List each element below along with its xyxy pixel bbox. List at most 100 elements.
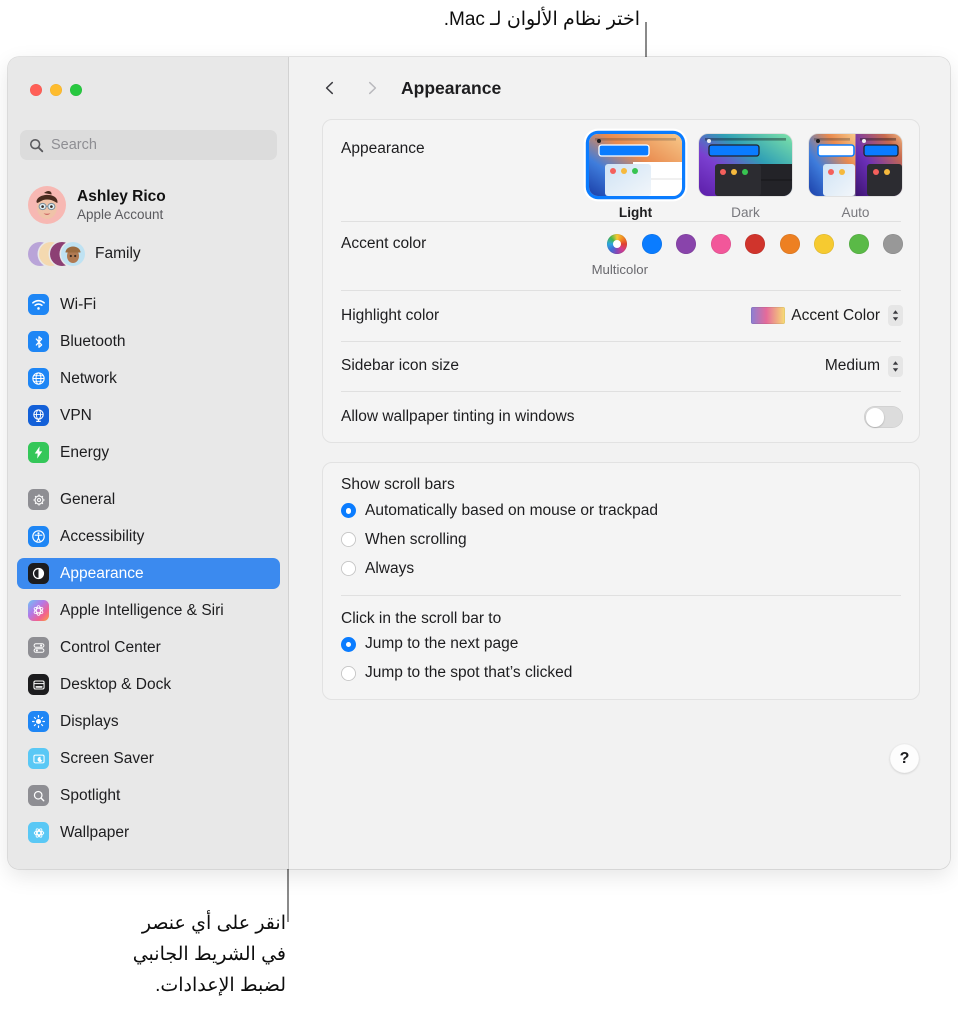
- accessibility-icon: [28, 526, 49, 547]
- sidebar-item-accessibility[interactable]: Accessibility: [17, 521, 280, 552]
- bolt-icon: [28, 442, 49, 463]
- sidebar-item-label: Screen Saver: [60, 749, 154, 767]
- sidebar-item-label: Bluetooth: [60, 332, 126, 350]
- globe-icon: [28, 368, 49, 389]
- chevron-left-icon: [325, 81, 334, 95]
- radio-button[interactable]: [341, 665, 356, 681]
- radio-show-scroll-auto[interactable]: Automatically based on mouse or trackpad: [323, 498, 919, 523]
- sidebar-item-spotlight[interactable]: Spotlight: [17, 780, 280, 811]
- sidebar-item-label: Displays: [60, 712, 119, 730]
- appearance-option-label: Light: [618, 205, 653, 220]
- forward-button[interactable]: [359, 73, 385, 103]
- toolbar: Appearance: [289, 57, 950, 119]
- highlight-color-label: Highlight color: [341, 306, 440, 324]
- help-button[interactable]: ?: [890, 744, 919, 773]
- sidebar-item-displays[interactable]: Displays: [17, 706, 280, 737]
- accent-swatch-graphite[interactable]: [883, 233, 903, 254]
- radio-show-scroll-when-scrolling[interactable]: When scrolling: [323, 527, 919, 552]
- accent-swatch-orange[interactable]: [779, 233, 800, 254]
- appearance-option-auto[interactable]: Auto: [808, 134, 903, 220]
- close-button[interactable]: [30, 84, 42, 96]
- vpn-globe-icon: [28, 405, 49, 426]
- divider: [341, 595, 901, 596]
- radio-label: When scrolling: [365, 530, 467, 548]
- sidebar-item-general[interactable]: General: [17, 484, 280, 515]
- highlight-color-swatch: [751, 307, 786, 325]
- appearance-option-label: Dark: [731, 205, 760, 220]
- accent-swatch-purple[interactable]: [676, 233, 696, 254]
- minimize-button[interactable]: [50, 84, 62, 96]
- sidebar-item-bluetooth[interactable]: Bluetooth: [17, 326, 280, 357]
- family-avatars: [28, 241, 88, 267]
- dark-thumbnail[interactable]: [699, 134, 792, 196]
- accent-swatch-multicolor[interactable]: [607, 233, 627, 254]
- radio-label: Jump to the next page: [365, 635, 519, 653]
- sidebar-item-label: Control Center: [60, 638, 161, 656]
- radio-button[interactable]: [341, 636, 356, 652]
- sidebar-item-apple-intelligence-siri[interactable]: Apple Intelligence & Siri: [17, 595, 280, 626]
- wallpaper-tinting-label: Allow wallpaper tinting in windows: [341, 408, 575, 426]
- sidebar-item-label: General: [60, 490, 116, 508]
- radio-button[interactable]: [341, 503, 356, 519]
- sidebar-item-screen-saver[interactable]: Screen Saver: [17, 743, 280, 774]
- appearance-option-light[interactable]: Light: [588, 134, 683, 220]
- sidebar-icon-size-popup[interactable]: Medium: [824, 355, 903, 377]
- sidebar-item-appearance[interactable]: Appearance: [17, 558, 280, 589]
- search-icon: [29, 138, 44, 152]
- search-input[interactable]: [51, 137, 251, 153]
- sidebar-item-wi-fi[interactable]: Wi-Fi: [17, 289, 280, 320]
- radio-label: Always: [365, 559, 415, 577]
- sidebar-item-family[interactable]: Family: [17, 235, 280, 273]
- highlight-color-popup[interactable]: Accent Color: [751, 305, 903, 327]
- radio-jump-spot-clicked[interactable]: Jump to the spot that’s clicked: [323, 661, 919, 686]
- sidebar-item-label: Wallpaper: [60, 823, 130, 841]
- search-field[interactable]: [20, 130, 277, 160]
- sidebar-group-divider-2: [8, 468, 289, 484]
- sidebar-item-vpn[interactable]: VPN: [17, 400, 280, 431]
- callout-bottom-line2: في الشريط الجانبي: [132, 944, 286, 965]
- desktop-dock-icon: [28, 674, 49, 695]
- content-pane: Appearance Appearance Light Dark Auto Ac…: [289, 57, 950, 869]
- appearance-mode-row: Appearance Light Dark Auto: [323, 120, 919, 221]
- radio-button[interactable]: [341, 561, 356, 577]
- brightness-icon: [28, 711, 49, 732]
- sidebar-item-energy[interactable]: Energy: [17, 437, 280, 468]
- toggle-knob: [865, 407, 885, 427]
- accent-swatch-green[interactable]: [848, 233, 869, 254]
- radio-button[interactable]: [341, 532, 356, 548]
- accent-swatch-red[interactable]: [745, 233, 765, 254]
- accent-color-row: Accent color Multicolor: [323, 222, 919, 290]
- radio-jump-next-page[interactable]: Jump to the next page: [323, 632, 919, 657]
- sidebar-item-network[interactable]: Network: [17, 363, 280, 394]
- sidebar-item-apple-account[interactable]: Ashley Rico Apple Account: [17, 179, 280, 231]
- accent-swatch-yellow[interactable]: [814, 233, 834, 254]
- sidebar-item-label: Spotlight: [60, 786, 121, 804]
- radio-show-scroll-always[interactable]: Always: [323, 556, 919, 581]
- maximize-button[interactable]: [70, 84, 82, 96]
- wallpaper-tinting-toggle[interactable]: [864, 406, 903, 429]
- sidebar-item-desktop-dock[interactable]: Desktop & Dock: [17, 669, 280, 700]
- auto-thumbnail[interactable]: [809, 134, 902, 196]
- callout-bottom-line1: انقر على أي عنصر: [141, 913, 286, 934]
- appearance-option-dark[interactable]: Dark: [698, 134, 793, 220]
- sidebar: Ashley Rico Apple Account: [8, 57, 289, 869]
- sidebar-item-wallpaper[interactable]: Wallpaper: [17, 817, 280, 848]
- accent-swatch-pink[interactable]: [710, 233, 731, 254]
- callout-bottom-text: انقر على أي عنصر في الشريط الجانبي لضبط …: [133, 908, 286, 1001]
- back-button[interactable]: [317, 73, 343, 103]
- wallpaper-icon: [28, 822, 49, 843]
- sidebar-icon-size-row: Sidebar icon size Medium: [323, 341, 919, 391]
- screen-saver-icon: [28, 748, 49, 769]
- accent-swatch-blue[interactable]: [641, 233, 662, 254]
- radio-label: Jump to the spot that’s clicked: [365, 664, 573, 682]
- appearance-mode-options: Light Dark Auto: [588, 134, 903, 220]
- accent-color-label: Accent color: [341, 234, 427, 252]
- sidebar-item-control-center[interactable]: Control Center: [17, 632, 280, 663]
- avatar: [28, 186, 66, 224]
- sidebar-item-label: VPN: [60, 406, 92, 424]
- sidebar-icon-size-value: Medium: [824, 357, 880, 375]
- light-thumbnail[interactable]: [589, 134, 682, 196]
- chevron-right-icon: [368, 81, 377, 95]
- system-settings-window: Ashley Rico Apple Account: [8, 57, 950, 869]
- chevron-up-down-icon: [888, 355, 903, 377]
